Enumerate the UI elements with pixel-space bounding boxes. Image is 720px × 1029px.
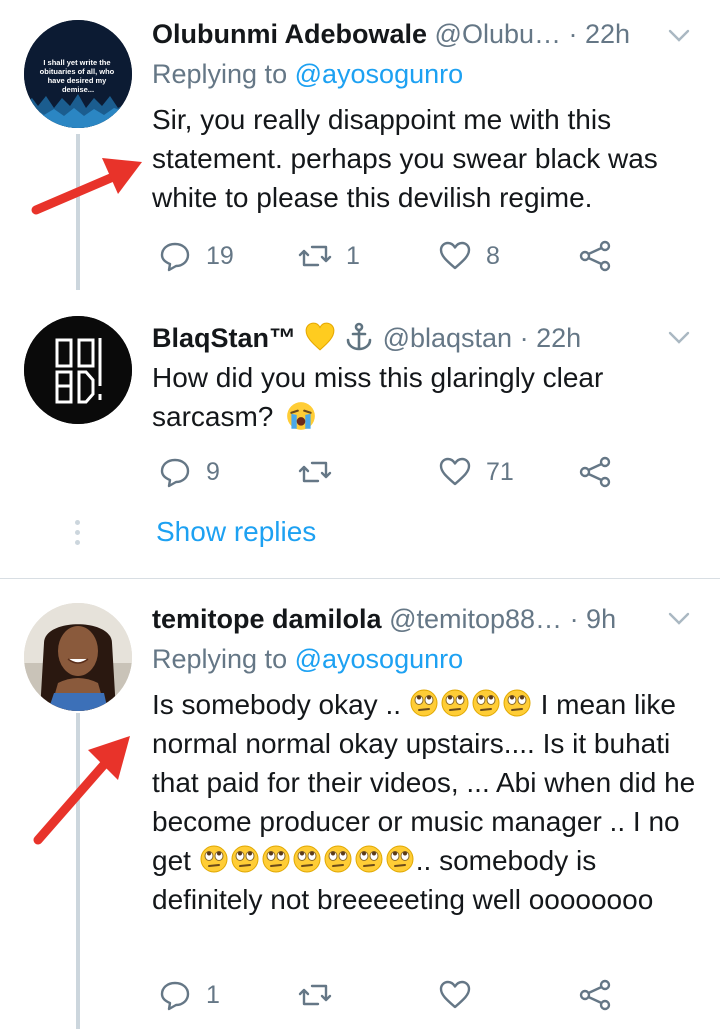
- tweet-text: Sir, you really disappoint me with this …: [152, 104, 658, 213]
- face-with-rolling-eyes-emoji: [472, 689, 500, 717]
- like-count: 8: [486, 241, 500, 270]
- face-with-rolling-eyes-emoji: [441, 689, 469, 717]
- timestamp[interactable]: · 22h: [569, 19, 631, 49]
- tweet-text-line: How did you miss this glaringly clear: [152, 362, 604, 393]
- avatar[interactable]: [24, 316, 132, 424]
- eye-roll-emoji-group: [199, 845, 416, 876]
- reply-button[interactable]: 1: [158, 975, 220, 1015]
- face-with-rolling-eyes-emoji: [262, 845, 290, 873]
- chevron-down-icon[interactable]: [666, 605, 692, 631]
- replying-label: Replying to: [152, 644, 288, 674]
- display-name[interactable]: temitope damilola: [152, 604, 382, 634]
- tweet-text-fragment: ..: [415, 845, 432, 876]
- retweet-button[interactable]: [298, 975, 332, 1015]
- tweet-actions: 9 71: [150, 452, 630, 492]
- face-with-rolling-eyes-emoji: [324, 845, 352, 873]
- face-with-rolling-eyes-emoji: [200, 845, 228, 873]
- face-with-rolling-eyes-emoji: [293, 845, 321, 873]
- share-icon: [579, 456, 611, 488]
- retweet-icon: [298, 461, 332, 483]
- display-name[interactable]: BlaqStan™: [152, 323, 296, 353]
- tweet-header: temitope damilola @temitop88… · 9h: [152, 601, 690, 637]
- chevron-down-icon[interactable]: [666, 22, 692, 48]
- like-button[interactable]: 8: [438, 236, 500, 276]
- retweet-icon: [298, 984, 332, 1006]
- reply-button[interactable]: 9: [158, 452, 220, 492]
- avatar-image: [24, 316, 132, 424]
- heart-icon: [439, 457, 471, 486]
- replying-handle-link[interactable]: @ayosogunro: [295, 644, 464, 674]
- tweet-header: BlaqStan™ @blaqstan · 22h: [152, 320, 690, 356]
- share-icon: [579, 240, 611, 272]
- like-button[interactable]: [438, 975, 472, 1015]
- face-with-rolling-eyes-emoji: [410, 689, 438, 717]
- face-with-rolling-eyes-emoji: [355, 845, 383, 873]
- avatar[interactable]: I shall yet write the obituaries of all,…: [24, 20, 132, 128]
- replying-to: Replying to @ayosogunro: [152, 641, 463, 677]
- reply-count: 9: [206, 457, 220, 486]
- tweet-actions: 1: [150, 975, 630, 1015]
- tweet-text-fragment: Is somebody okay ..: [152, 689, 402, 720]
- avatar-image: [24, 603, 132, 711]
- anchor-emoji: [346, 322, 372, 351]
- thread-continuation-dots: [75, 520, 80, 550]
- reply-button[interactable]: 19: [158, 236, 234, 276]
- avatar-image: I shall yet write the obituaries of all,…: [24, 20, 132, 128]
- timestamp[interactable]: · 22h: [520, 323, 582, 353]
- show-replies-link[interactable]: Show replies: [156, 516, 316, 548]
- user-handle[interactable]: @Olubu…: [435, 19, 561, 49]
- eye-roll-emoji-group: [409, 689, 533, 720]
- timestamp[interactable]: · 9h: [570, 604, 617, 634]
- reply-count: 19: [206, 241, 234, 270]
- like-count: 71: [486, 457, 514, 486]
- retweet-button[interactable]: [298, 452, 346, 492]
- replying-handle-link[interactable]: @ayosogunro: [295, 59, 464, 89]
- retweet-button[interactable]: 1: [298, 236, 360, 276]
- yellow-heart-emoji: [305, 322, 334, 351]
- tweet-text-fragment: sarcasm?: [152, 401, 274, 432]
- tweet-2[interactable]: BlaqStan™ @blaqstan · 22h How did you mi…: [0, 290, 720, 580]
- retweet-count: 1: [346, 241, 360, 270]
- tweet-text-fragment: I mean: [540, 689, 627, 720]
- retweet-icon: [298, 245, 332, 267]
- tweet-text: How did you miss this glaringly clear sa…: [152, 358, 697, 436]
- replying-to: Replying to @ayosogunro: [152, 56, 463, 92]
- user-handle[interactable]: @blaqstan: [383, 323, 513, 353]
- reply-icon: [160, 242, 190, 272]
- red-arrow-annotation: [33, 736, 130, 845]
- chevron-down-icon[interactable]: [666, 324, 692, 350]
- face-with-rolling-eyes-emoji: [386, 845, 414, 873]
- tweet-text: Is somebody okay .. I mean like normal n…: [152, 685, 697, 919]
- tweet-text-line: sarcasm?: [152, 397, 697, 436]
- face-with-rolling-eyes-emoji: [503, 689, 531, 717]
- heart-icon: [439, 241, 471, 270]
- red-arrow-annotation: [31, 158, 142, 215]
- like-button[interactable]: 71: [438, 452, 514, 492]
- heart-icon: [439, 980, 471, 1009]
- reply-count: 1: [206, 980, 220, 1009]
- user-handle[interactable]: @temitop88…: [389, 604, 562, 634]
- replying-label: Replying to: [152, 59, 288, 89]
- face-with-rolling-eyes-emoji: [231, 845, 259, 873]
- share-icon: [579, 979, 611, 1011]
- avatar[interactable]: [24, 603, 132, 711]
- reply-icon: [160, 458, 190, 488]
- display-name[interactable]: Olubunmi Adebowale: [152, 19, 427, 49]
- share-button[interactable]: [578, 452, 612, 492]
- tweet-1[interactable]: I shall yet write the obituaries of all,…: [0, 0, 720, 290]
- crying-face-emoji: [287, 402, 316, 430]
- reply-icon: [160, 981, 190, 1011]
- share-button[interactable]: [578, 236, 612, 276]
- share-button[interactable]: [578, 975, 612, 1015]
- tweet-header: Olubunmi Adebowale @Olubu… · 22h: [152, 16, 690, 52]
- tweet-actions: 19 1 8: [150, 236, 630, 276]
